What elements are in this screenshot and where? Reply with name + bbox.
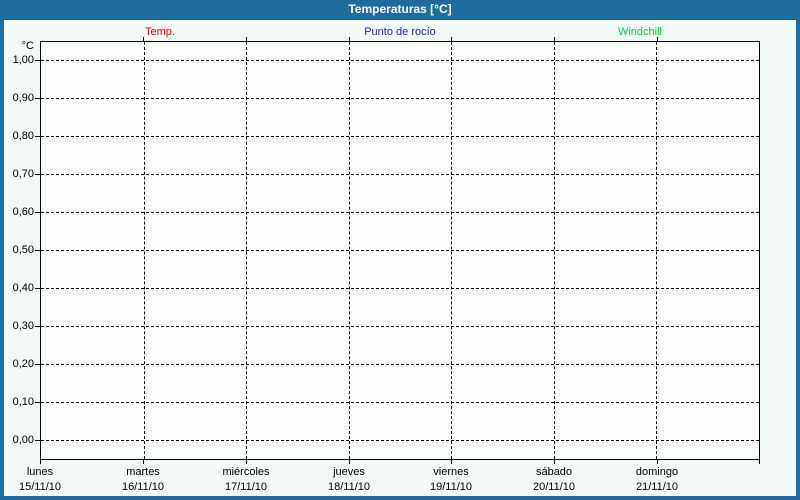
gridline-horizontal [41, 288, 759, 289]
gridline-horizontal [41, 402, 759, 403]
x-day-date: 18/11/10 [297, 480, 401, 494]
gridline-horizontal [41, 136, 759, 137]
y-tick-label: 0,10 [0, 396, 34, 409]
chart-window: Temperaturas [°C] Temp. Punto de rocío W… [0, 0, 800, 500]
x-day-name: miércoles [194, 465, 298, 479]
gridline-horizontal [41, 98, 759, 99]
y-tick-label: 0,20 [0, 358, 34, 371]
x-day-name: sábado [502, 465, 606, 479]
gridline-horizontal [41, 364, 759, 365]
x-day-date: 16/11/10 [91, 480, 195, 494]
y-tick-label: 0,00 [0, 434, 34, 447]
y-tick-label: 0,40 [0, 282, 34, 295]
window-titlebar: Temperaturas [°C] [0, 0, 800, 20]
y-tick-label: 0,50 [0, 244, 34, 257]
gridline-horizontal [41, 174, 759, 175]
y-tick-label: 0,60 [0, 206, 34, 219]
y-tick-label: 0,70 [0, 168, 34, 181]
gridline-horizontal [41, 212, 759, 213]
y-tick-label: 0,30 [0, 320, 34, 333]
gridline-vertical [349, 42, 350, 459]
legend-item-temp: Temp. [40, 25, 280, 40]
x-day-date: 15/11/10 [0, 480, 92, 494]
x-day-date: 20/11/10 [502, 480, 606, 494]
gridline-vertical [656, 42, 657, 459]
chart-legend: Temp. Punto de rocío Windchill [40, 25, 760, 40]
gridline-horizontal [41, 250, 759, 251]
frame-border [796, 0, 800, 500]
x-day-name: lunes [0, 465, 92, 479]
gridline-horizontal [41, 60, 759, 61]
gridline-vertical [554, 42, 555, 459]
x-day-name: jueves [297, 465, 401, 479]
page-title: Temperaturas [°C] [348, 2, 451, 16]
y-tick-label: 0,90 [0, 92, 34, 105]
legend-item-windchill: Windchill [520, 25, 760, 40]
frame-border [0, 496, 800, 500]
y-tick-label: 0,80 [0, 130, 34, 143]
legend-item-dewpoint: Punto de rocío [280, 25, 520, 40]
x-day-date: 21/11/10 [605, 480, 709, 494]
gridline-vertical [144, 42, 145, 459]
gridline-horizontal [41, 326, 759, 327]
x-day-name: viernes [399, 465, 503, 479]
x-day-name: martes [91, 465, 195, 479]
x-day-date: 19/11/10 [399, 480, 503, 494]
gridline-horizontal [41, 440, 759, 441]
gridline-vertical [451, 42, 452, 459]
x-day-name: domingo [605, 465, 709, 479]
y-tick-label: 1,00 [0, 54, 34, 67]
plot-area [40, 41, 760, 460]
y-axis-unit: °C [0, 40, 34, 53]
x-day-date: 17/11/10 [194, 480, 298, 494]
gridline-vertical [246, 42, 247, 459]
